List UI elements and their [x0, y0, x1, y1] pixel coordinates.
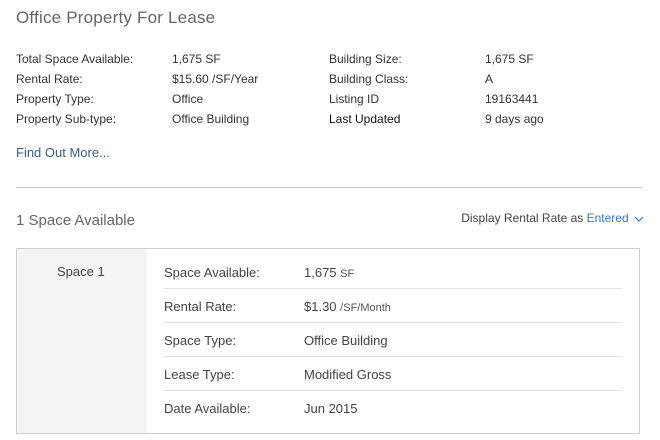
detail-value-number: $1.30: [304, 299, 337, 314]
page-title: Office Property For Lease: [16, 8, 216, 27]
find-out-more-link[interactable]: Find Out More...: [16, 145, 110, 160]
fact-value: 9 days ago: [485, 112, 544, 126]
detail-label: Lease Type:: [164, 367, 235, 382]
spaces-title: 1 Space Available: [16, 212, 135, 229]
fact-row: Property Sub-type: Office Building Last …: [16, 112, 636, 132]
fact-label: Property Sub-type:: [16, 112, 117, 126]
fact-row: Rental Rate: $15.60 /SF/Year Building Cl…: [16, 72, 636, 92]
detail-value: Modified Gross: [304, 367, 392, 382]
detail-label: Rental Rate:: [164, 299, 237, 314]
detail-unit: /SF/Month: [340, 302, 391, 314]
fact-value: $15.60 /SF/Year: [172, 72, 259, 86]
detail-label: Space Type:: [164, 333, 237, 348]
detail-row: Date Available: Jun 2015: [164, 391, 622, 424]
fact-label: Last Updated: [329, 112, 401, 126]
detail-row: Lease Type: Modified Gross: [164, 357, 622, 391]
fact-value: 1,675 SF: [485, 52, 534, 66]
space-name: Space 1: [57, 264, 105, 279]
detail-label: Date Available:: [164, 401, 251, 416]
space-label-column: Space 1: [17, 249, 147, 433]
detail-value: Jun 2015: [304, 401, 358, 416]
space-card: Space 1 Space Available: 1,675 SF Rental…: [16, 248, 640, 434]
fact-value: 19163441: [485, 92, 539, 106]
fact-label: Total Space Available:: [16, 52, 134, 66]
fact-row: Property Type: Office Listing ID 1916344…: [16, 92, 636, 112]
display-rate-label: Display Rental Rate as: [461, 211, 584, 225]
detail-label: Space Available:: [164, 265, 260, 280]
detail-value: Office Building: [304, 333, 388, 348]
fact-value: Office Building: [172, 112, 250, 126]
detail-value-number: 1,675: [304, 265, 337, 280]
detail-row: Space Available: 1,675 SF: [164, 255, 622, 289]
detail-value: $1.30 /SF/Month: [304, 299, 391, 314]
fact-value: Office: [172, 92, 204, 106]
section-divider: [16, 187, 642, 188]
display-rental-rate: Display Rental Rate as Entered: [461, 211, 644, 225]
fact-value: A: [485, 72, 494, 86]
fact-label: Property Type:: [16, 92, 94, 106]
rate-display-value: Entered: [586, 211, 629, 225]
detail-value: 1,675 SF: [304, 265, 354, 280]
fact-label: Building Class:: [329, 72, 409, 86]
fact-value: 1,675 SF: [172, 52, 221, 66]
fact-row: Total Space Available: 1,675 SF Building…: [16, 52, 636, 72]
chevron-down-icon: [634, 216, 644, 222]
detail-row: Space Type: Office Building: [164, 323, 622, 357]
fact-label: Building Size:: [329, 52, 402, 66]
detail-unit: SF: [340, 268, 355, 280]
fact-label: Rental Rate:: [16, 72, 83, 86]
rate-display-dropdown[interactable]: Entered: [587, 211, 644, 225]
space-details: Space Available: 1,675 SF Rental Rate: $…: [164, 255, 622, 424]
property-facts: Total Space Available: 1,675 SF Building…: [16, 52, 636, 132]
fact-label: Listing ID: [329, 92, 380, 106]
detail-row: Rental Rate: $1.30 /SF/Month: [164, 289, 622, 323]
